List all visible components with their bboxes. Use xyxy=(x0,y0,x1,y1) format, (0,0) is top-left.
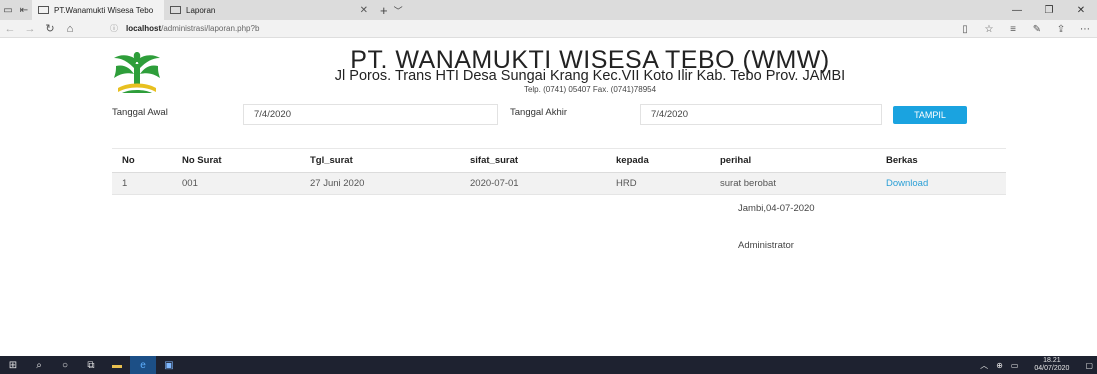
network-icon[interactable]: ⊕ xyxy=(992,361,1007,370)
file-explorer-icon[interactable]: ▬ xyxy=(104,356,130,374)
tab-actions-icon[interactable]: ▭ xyxy=(0,0,16,20)
close-window-icon[interactable]: ✕ xyxy=(1065,0,1097,20)
window-controls: — ❐ ✕ xyxy=(1001,0,1097,20)
home-icon[interactable]: ⌂ xyxy=(60,20,80,38)
cell-no: 1 xyxy=(112,172,172,195)
url-path: /administrasi/laporan.php?b xyxy=(161,24,260,33)
tab-label: PT.Wanamukti Wisesa Tebo xyxy=(54,5,154,15)
cell-berkas: Download xyxy=(876,172,1006,195)
notification-icon[interactable]: ▢ xyxy=(1081,361,1097,370)
taskbar: ⊞ ⌕ ○ ⧉ ▬ e ▣ ︿ ⊕ ▭ 18.21 04/07/2020 ▢ xyxy=(0,356,1097,374)
tampil-button[interactable]: TAMPIL xyxy=(893,106,967,124)
info-icon[interactable]: ⓘ xyxy=(110,23,118,34)
download-link[interactable]: Download xyxy=(886,178,928,189)
end-date-label: Tanggal Akhir xyxy=(510,107,568,118)
start-date-input[interactable]: 7/4/2020 xyxy=(243,104,498,125)
search-icon[interactable]: ⌕ xyxy=(26,356,52,374)
end-date-input[interactable]: 7/4/2020 xyxy=(640,104,882,125)
start-date-label: Tanggal Awal xyxy=(112,107,168,118)
system-tray: ︿ ⊕ ▭ 18.21 04/07/2020 ▢ xyxy=(976,356,1097,374)
tab-label: Laporan xyxy=(186,5,216,15)
edge-browser-icon[interactable]: e xyxy=(130,356,156,374)
browser-tab-bar: ▭ ⇤ PT.Wanamukti Wisesa Tebo Laporan ✕ +… xyxy=(0,0,1097,20)
page-icon xyxy=(170,6,181,14)
column-header-berkas: Berkas xyxy=(876,148,1006,173)
column-header-kepada: kepada xyxy=(606,148,710,173)
chevron-up-icon[interactable]: ︿ xyxy=(976,360,992,371)
refresh-icon[interactable]: ↻ xyxy=(40,20,60,38)
close-tab-icon[interactable]: ✕ xyxy=(360,5,368,16)
table-header-row: No No Surat Tgl_surat sifat_surat kepada… xyxy=(112,148,1006,173)
cortana-icon[interactable]: ○ xyxy=(52,356,78,374)
cell-kepada: HRD xyxy=(606,172,710,195)
column-header-perihal: perihal xyxy=(710,148,876,173)
address-bar: ← → ↻ ⌂ ⓘ localhost/administrasi/laporan… xyxy=(0,20,1097,38)
cell-tgl-surat: 27 Juni 2020 xyxy=(300,172,460,195)
address-bar-actions: ▯ ☆ ≡ ✎ ⇪ ⋯ xyxy=(953,20,1097,38)
more-icon[interactable]: ⋯ xyxy=(1073,20,1097,38)
reading-view-icon[interactable]: ▯ xyxy=(953,20,977,38)
tab-wanamukti[interactable]: PT.Wanamukti Wisesa Tebo xyxy=(32,0,164,20)
forward-icon[interactable]: → xyxy=(20,20,40,38)
url-host: localhost xyxy=(126,24,162,33)
restore-icon[interactable]: ❐ xyxy=(1033,0,1065,20)
chevron-down-icon[interactable]: ﹀ xyxy=(394,4,403,17)
clock-date: 04/07/2020 xyxy=(1034,365,1070,372)
tab-laporan[interactable]: Laporan ✕ xyxy=(164,0,374,20)
store-app-icon[interactable]: ▣ xyxy=(156,356,182,374)
clock[interactable]: 18.21 04/07/2020 xyxy=(1022,357,1081,373)
column-header-sifat-surat: sifat_surat xyxy=(460,148,606,173)
back-icon[interactable]: ← xyxy=(0,20,20,38)
column-header-tgl-surat: Tgl_surat xyxy=(300,148,460,173)
new-tab-icon[interactable]: + xyxy=(374,3,394,18)
cell-sifat-surat: 2020-07-01 xyxy=(460,172,606,195)
company-logo xyxy=(114,52,160,93)
task-view-icon[interactable]: ⧉ xyxy=(78,356,104,374)
table-row: 1 001 27 Juni 2020 2020-07-01 HRD surat … xyxy=(112,172,1006,195)
company-address: Jl Poros. Trans HTI Desa Sungai Krang Ke… xyxy=(334,68,846,84)
battery-icon[interactable]: ▭ xyxy=(1007,361,1023,370)
url-field[interactable]: ⓘ localhost/administrasi/laporan.php?b xyxy=(110,23,870,34)
minimize-icon[interactable]: — xyxy=(1001,0,1033,20)
clock-time: 18.21 xyxy=(1043,357,1061,364)
cell-perihal: surat berobat xyxy=(710,172,876,195)
favorite-star-icon[interactable]: ☆ xyxy=(977,20,1001,38)
page-icon xyxy=(38,6,49,14)
set-aside-tabs-icon[interactable]: ⇤ xyxy=(16,0,32,20)
signature-name: Administrator xyxy=(738,240,794,251)
column-header-no-surat: No Surat xyxy=(172,148,300,173)
report-table: No No Surat Tgl_surat sifat_surat kepada… xyxy=(112,148,1006,195)
share-icon[interactable]: ⇪ xyxy=(1049,20,1073,38)
signature-place-date: Jambi,04-07-2020 xyxy=(738,203,815,214)
company-phone: Telp. (0741) 05407 Fax. (0741)78954 xyxy=(523,85,657,94)
favorites-list-icon[interactable]: ≡ xyxy=(1001,20,1025,38)
pen-icon[interactable]: ✎ xyxy=(1025,20,1049,38)
windows-start-icon[interactable]: ⊞ xyxy=(0,356,26,374)
cell-no-surat: 001 xyxy=(172,172,300,195)
column-header-no: No xyxy=(112,148,172,173)
